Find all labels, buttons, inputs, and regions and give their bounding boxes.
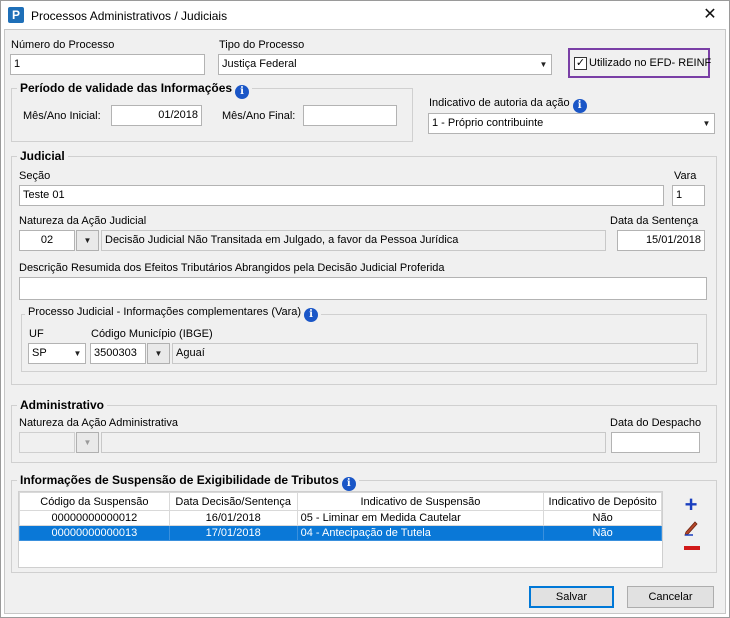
- chevron-down-icon: ▼: [154, 349, 163, 358]
- remove-icon[interactable]: [684, 546, 700, 550]
- complementares-legend-text: Processo Judicial - Informações compleme…: [28, 306, 302, 318]
- descricao-input[interactable]: [19, 277, 707, 300]
- numero-processo-input[interactable]: 1: [10, 54, 205, 75]
- autoria-value: 1 - Próprio contribuinte: [432, 117, 544, 129]
- suspensao-legend: Informações de Suspensão de Exigibilidad…: [17, 473, 359, 491]
- judicial-legend: Judicial: [17, 149, 68, 163]
- uf-value: SP: [32, 347, 47, 359]
- data-despacho-label: Data do Despacho: [610, 417, 702, 429]
- cell-data: 17/01/2018: [168, 525, 298, 541]
- edit-icon[interactable]: [683, 518, 701, 536]
- natureza-administrativa-dropdown[interactable]: ▼: [76, 432, 99, 453]
- info-icon[interactable]: i: [235, 85, 250, 99]
- chevron-down-icon: ▼: [83, 236, 92, 245]
- data-despacho-input[interactable]: [611, 432, 700, 453]
- info-icon[interactable]: i: [341, 477, 356, 491]
- column-header-data[interactable]: Data Decisão/Sentença: [168, 492, 298, 511]
- table-header-row: Código da Suspensão Data Decisão/Sentenç…: [19, 492, 662, 511]
- numero-processo-label: Número do Processo: [11, 39, 115, 51]
- chevron-down-icon: ▼: [73, 349, 82, 358]
- suspensao-table-container: Código da Suspensão Data Decisão/Sentenç…: [18, 491, 663, 568]
- autoria-label: Indicativo de autoria da ação i: [429, 97, 587, 113]
- cell-data: 16/01/2018: [168, 510, 298, 526]
- natureza-administrativa-description: [101, 432, 606, 453]
- column-header-codigo[interactable]: Código da Suspensão: [19, 492, 170, 511]
- uf-label: UF: [29, 328, 44, 340]
- mes-ano-inicial-label: Mês/Ano Inicial:: [23, 110, 101, 122]
- add-icon[interactable]: +: [682, 494, 700, 516]
- vara-input[interactable]: 1: [672, 185, 705, 206]
- tipo-processo-label: Tipo do Processo: [219, 39, 305, 51]
- periodo-legend-text: Período de validade das Informações: [20, 81, 233, 95]
- data-sentenca-label: Data da Sentença: [610, 215, 699, 227]
- complementares-legend: Processo Judicial - Informações compleme…: [25, 306, 322, 322]
- administrativo-legend: Administrativo: [17, 398, 108, 412]
- efd-reinf-label: Utilizado no EFD- REINF: [589, 57, 712, 69]
- cell-codigo: 00000000000012: [19, 510, 170, 526]
- chevron-down-icon: ▼: [83, 438, 92, 447]
- periodo-legend: Período de validade das Informações i: [17, 81, 253, 99]
- window-title: Processos Administrativos / Judiciais: [31, 9, 228, 23]
- tipo-processo-value: Justiça Federal: [222, 58, 297, 70]
- tipo-processo-select[interactable]: Justiça Federal ▼: [218, 54, 552, 75]
- column-header-indicativo-suspensao[interactable]: Indicativo de Suspensão: [296, 492, 545, 511]
- vara-label: Vara: [674, 170, 697, 182]
- salvar-button[interactable]: Salvar: [529, 586, 614, 608]
- pencil-icon: [684, 521, 698, 536]
- data-sentenca-input[interactable]: 15/01/2018: [617, 230, 705, 251]
- municipio-code-input[interactable]: 3500303: [90, 343, 146, 364]
- municipio-dropdown[interactable]: ▼: [147, 343, 170, 364]
- mes-ano-final-label: Mês/Ano Final:: [222, 110, 296, 122]
- autoria-label-text: Indicativo de autoria da ação: [429, 97, 570, 109]
- chevron-down-icon: ▼: [702, 119, 711, 128]
- cell-indicativo-suspensao: 04 - Antecipação de Tutela: [296, 525, 545, 541]
- app-logo-icon: P: [8, 7, 24, 23]
- chevron-down-icon: ▼: [539, 60, 548, 69]
- checkmark-icon: ✓: [575, 57, 586, 69]
- cell-codigo: 00000000000013: [19, 525, 170, 541]
- municipio-label: Código Município (IBGE): [91, 328, 213, 340]
- natureza-administrativa-label: Natureza da Ação Administrativa: [19, 417, 178, 429]
- info-icon[interactable]: i: [572, 99, 587, 113]
- cell-indicativo-suspensao: 05 - Liminar em Medida Cautelar: [296, 510, 545, 526]
- natureza-judicial-label: Natureza da Ação Judicial: [19, 215, 147, 227]
- natureza-administrativa-code-input[interactable]: [19, 432, 75, 453]
- suspensao-legend-text: Informações de Suspensão de Exigibilidad…: [20, 473, 339, 487]
- natureza-judicial-description: Decisão Judicial Não Transitada em Julga…: [101, 230, 606, 251]
- cancelar-button[interactable]: Cancelar: [627, 586, 714, 608]
- municipio-name: Aguaí: [172, 343, 698, 364]
- close-button[interactable]: ✕: [697, 3, 723, 27]
- info-icon[interactable]: i: [304, 308, 319, 322]
- descricao-label: Descrição Resumida dos Efeitos Tributári…: [19, 262, 445, 274]
- efd-reinf-checkbox[interactable]: ✓: [574, 57, 587, 70]
- uf-select[interactable]: SP ▼: [28, 343, 86, 364]
- column-header-indicativo-deposito[interactable]: Indicativo de Depósito: [543, 492, 662, 511]
- suspensao-table: Código da Suspensão Data Decisão/Sentenç…: [19, 492, 662, 541]
- secao-input[interactable]: Teste 01: [19, 185, 664, 206]
- mes-ano-final-input[interactable]: [303, 105, 397, 126]
- table-row[interactable]: 00000000000012 16/01/2018 05 - Liminar e…: [19, 510, 662, 526]
- title-bar: P Processos Administrativos / Judiciais …: [1, 1, 728, 29]
- natureza-judicial-dropdown[interactable]: ▼: [76, 230, 99, 251]
- table-row-selected[interactable]: 00000000000013 17/01/2018 04 - Antecipaç…: [19, 525, 662, 541]
- cell-indicativo-deposito: Não: [543, 525, 662, 541]
- natureza-judicial-code-input[interactable]: 02: [19, 230, 75, 251]
- cell-indicativo-deposito: Não: [543, 510, 662, 526]
- secao-label: Seção: [19, 170, 51, 182]
- autoria-select[interactable]: 1 - Próprio contribuinte ▼: [428, 113, 715, 134]
- mes-ano-inicial-input[interactable]: 01/2018: [111, 105, 202, 126]
